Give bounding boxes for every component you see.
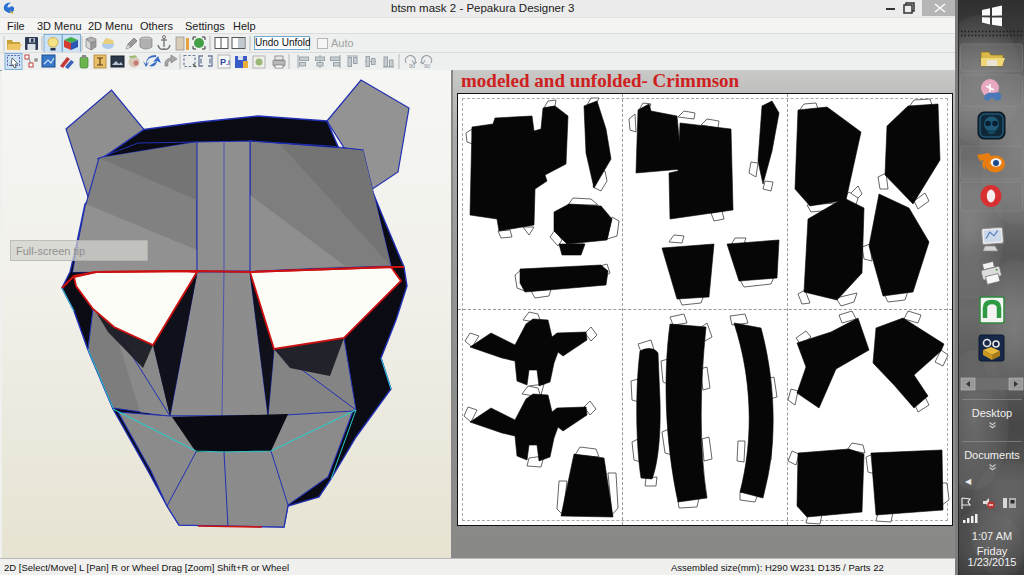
svg-text:P.i: P.i	[220, 57, 230, 67]
svg-text:90: 90	[424, 63, 430, 69]
svg-text:90: 90	[409, 63, 415, 69]
